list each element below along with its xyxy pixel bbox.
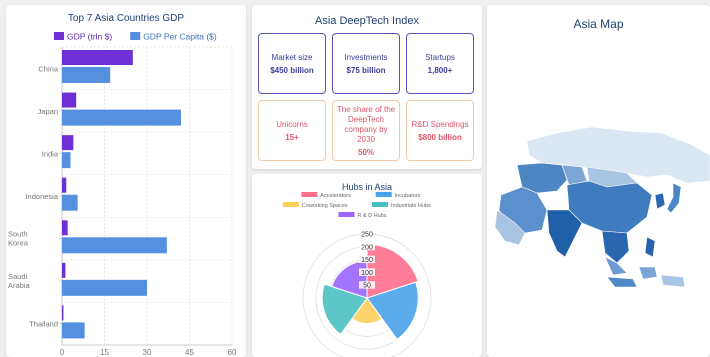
investments-card[interactable]: Investments $75 billion (332, 33, 400, 94)
bar-gdp-per-capita[interactable] (62, 109, 181, 126)
hubs-polar-chart: Accelerators Incubators Coworking Spaces In… (282, 192, 432, 357)
x-tick-label: 15 (100, 348, 109, 357)
card-label: The share of the DeepTech company by 203… (336, 104, 396, 144)
legend-label: Accelerators (320, 193, 351, 199)
gdp-bar-chart: GDP (trln $) GDP Per Capita ($) 0 15 30 45 60 C… (8, 32, 237, 357)
unicorns-card[interactable]: Unicorns 15+ (258, 100, 326, 161)
gdp-panel: Top 7 Asia Countries GDP GDP (trln $) GDP… (6, 5, 246, 357)
y-tick-label: Japan (38, 107, 58, 116)
card-label: R&D Spendings (411, 119, 469, 129)
y-tick-label: South (8, 230, 28, 239)
radial-tick-label: 150 (361, 257, 373, 264)
y-tick-label: Arabia (8, 281, 31, 290)
card-value: 1,800+ (427, 65, 453, 75)
legend-swatch (375, 192, 392, 197)
legend-swatch (54, 32, 64, 40)
x-tick-label: 60 (228, 348, 237, 357)
x-tick-label: 30 (143, 348, 152, 357)
bar-gdp[interactable] (62, 262, 66, 278)
legend-label: GDP Per Capita ($) (143, 32, 217, 42)
card-label: Startups (425, 52, 455, 62)
y-tick-label: Saudi (8, 272, 28, 281)
radial-tick-label: 250 (361, 232, 373, 239)
card-value: $800 billion (418, 132, 462, 142)
bar-gdp-per-capita[interactable] (62, 322, 85, 339)
bar-gdp[interactable] (62, 177, 67, 193)
bar-gdp-per-capita[interactable] (62, 67, 111, 83)
bar-gdp[interactable] (62, 305, 64, 321)
card-value: 50% (357, 147, 374, 157)
legend-label: R & D Hubs (358, 213, 387, 219)
y-tick-label: India (42, 149, 59, 158)
market-size-card[interactable]: Market size $450 billion (258, 33, 326, 94)
map-panel: Asia Map (487, 5, 710, 357)
x-tick-label: 0 (60, 348, 65, 357)
map-region-philippines (644, 236, 656, 258)
bar-gdp[interactable] (62, 135, 74, 151)
map-region-indonesia-3 (660, 274, 686, 288)
map-region-korea (654, 192, 666, 210)
card-value: $75 billion (346, 65, 386, 75)
map-region-japan (666, 182, 682, 214)
asia-map[interactable] (487, 5, 710, 357)
legend-swatch (372, 202, 388, 207)
y-tick-label: Thailand (29, 320, 58, 329)
card-value: 15+ (285, 132, 299, 142)
deeptech-index-title: Asia DeepTech Index (315, 15, 419, 27)
bar-gdp[interactable] (62, 220, 68, 236)
startups-card[interactable]: Startups 1,800+ (406, 33, 474, 94)
legend-label: Coworking Spaces (302, 203, 348, 209)
legend-swatch (338, 212, 355, 217)
asia-map-regions (494, 126, 710, 288)
bar-gdp-per-capita[interactable] (62, 152, 71, 169)
bar-gdp-per-capita[interactable] (62, 279, 147, 296)
card-label: Investments (344, 52, 388, 62)
legend-label: Incubators (395, 193, 421, 199)
radial-tick-label: 100 (361, 270, 373, 277)
legend-swatch (282, 202, 299, 207)
bar-gdp[interactable] (62, 50, 133, 65)
legend-label: Industriale Hubs (391, 203, 431, 209)
y-tick-label: Indonesia (25, 192, 58, 201)
card-label: Unicorns (276, 119, 308, 129)
bar-gdp-per-capita[interactable] (62, 237, 167, 254)
legend-swatch (301, 192, 318, 197)
hubs-panel: Hubs in Asia Accelerators Incubators Cowor… (252, 174, 482, 357)
y-tick-label: Korea (8, 239, 29, 248)
legend-label: GDP (trln $) (67, 32, 112, 42)
radial-tick-label: 200 (361, 244, 373, 251)
map-region-indonesia-2 (638, 266, 658, 280)
bar-gdp[interactable] (62, 92, 77, 108)
legend-swatch (130, 32, 141, 40)
rd-spendings-card[interactable]: R&D Spendings $800 billion (406, 100, 474, 161)
map-region-indonesia-1 (606, 276, 638, 288)
deeptech-share-card[interactable]: The share of the DeepTech company by 203… (332, 100, 400, 161)
deeptech-index-panel: Asia DeepTech Index Market size $450 bil… (252, 5, 482, 169)
y-tick-label: China (38, 64, 58, 73)
card-value: $450 billion (270, 65, 314, 75)
radial-tick-label: 50 (363, 283, 371, 290)
bar-gdp-per-capita[interactable] (62, 194, 78, 211)
card-label: Market size (271, 52, 313, 62)
x-tick-label: 45 (185, 348, 194, 357)
